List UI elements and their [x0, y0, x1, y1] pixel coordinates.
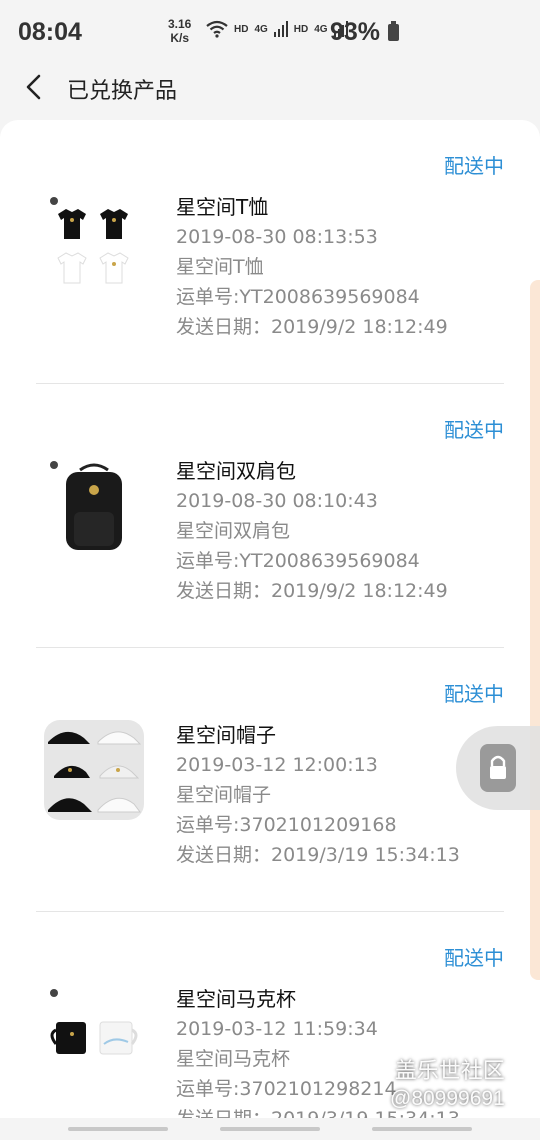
lock-button[interactable] — [456, 726, 540, 810]
tracking-number: 运单号:YT2008639569084 — [176, 550, 420, 572]
delivery-status: 配送中 — [444, 946, 504, 970]
product-desc: 星空间双肩包 — [176, 520, 291, 542]
product-desc: 星空间帽子 — [176, 784, 272, 806]
exchange-date: 2019-08-30 08:10:43 — [176, 490, 378, 512]
watermark-user: @80999691 — [390, 1087, 505, 1110]
list-item[interactable]: 配送中 星空间T恤 2019-08-30 08:13:53 星空间T恤 运单号:… — [0, 120, 540, 384]
system-nav-bar — [0, 1118, 540, 1140]
exchanged-products-card: 配送中 星空间T恤 2019-08-30 08:13:53 星空间T恤 运单号:… — [0, 120, 540, 1120]
exchange-date: 2019-03-12 11:59:34 — [176, 1018, 378, 1040]
network-4g-label-1: 4G — [254, 23, 268, 35]
hd-label-2: HD — [293, 23, 309, 35]
product-name: 星空间马克杯 — [176, 987, 296, 1011]
lock-icon — [480, 744, 516, 792]
ship-date: 发送日期：2019/3/19 15:34:13 — [176, 844, 460, 866]
ship-date: 发送日期：2019/9/2 18:12:49 — [176, 580, 448, 602]
hd-label-1: HD — [234, 23, 249, 35]
item-info: 星空间T恤 2019-08-30 08:13:53 星空间T恤 运单号:YT20… — [176, 192, 506, 342]
network-speed-value: 3.16 — [168, 17, 192, 31]
nav-recent-button[interactable] — [68, 1127, 168, 1131]
backpack-thumbnail-icon — [50, 461, 122, 550]
tshirt-thumbnail-icon — [50, 197, 129, 284]
status-bar: 08:04 3.16 K/s HD 4G HD 4G 93% — [0, 0, 540, 64]
product-name: 星空间帽子 — [176, 723, 276, 747]
tracking-number: 运单号:YT2008639569084 — [176, 286, 420, 308]
nav-back-button[interactable] — [372, 1127, 472, 1131]
network-4g-label-2: 4G — [314, 23, 328, 35]
product-desc: 星空间T恤 — [176, 256, 264, 278]
signal-icon-1 — [273, 21, 288, 37]
exchange-date: 2019-08-30 08:13:53 — [176, 226, 378, 248]
watermark: 盖乐世社区 @80999691 — [390, 1053, 505, 1111]
product-name: 星空间双肩包 — [176, 459, 296, 483]
delivery-status: 配送中 — [444, 418, 504, 442]
battery-icon — [388, 21, 399, 41]
tracking-number: 运单号:3702101209168 — [176, 814, 397, 836]
item-info: 星空间双肩包 2019-08-30 08:10:43 星空间双肩包 运单号:YT… — [176, 456, 506, 606]
cap-thumbnail-icon — [44, 720, 144, 820]
wifi-icon — [206, 20, 228, 38]
nav-home-button[interactable] — [220, 1127, 320, 1131]
delivery-status: 配送中 — [444, 154, 504, 178]
delivery-status: 配送中 — [444, 682, 504, 706]
list-item[interactable]: 配送中 星空间双肩包 2019-08-30 08:10:43 星空间双肩包 运单… — [0, 384, 540, 648]
page-title: 已兑换产品 — [67, 79, 178, 104]
battery-percent: 93% — [330, 18, 381, 46]
back-button[interactable] — [18, 72, 48, 102]
network-speed-unit: K/s — [170, 31, 190, 45]
watermark-community: 盖乐世社区 — [394, 1059, 505, 1084]
mug-thumbnail-icon — [50, 989, 138, 1055]
status-time: 08:04 — [18, 18, 82, 46]
item-info: 星空间帽子 2019-03-12 12:00:13 星空间帽子 运单号:3702… — [176, 720, 506, 870]
app-header: 已兑换产品 — [0, 64, 540, 114]
status-icons: HD 4G HD 4G — [206, 20, 348, 38]
ship-date: 发送日期：2019/9/2 18:12:49 — [176, 316, 448, 338]
back-arrow-icon — [26, 74, 41, 100]
product-name: 星空间T恤 — [176, 195, 269, 219]
network-speed: 3.16 K/s — [168, 17, 191, 45]
